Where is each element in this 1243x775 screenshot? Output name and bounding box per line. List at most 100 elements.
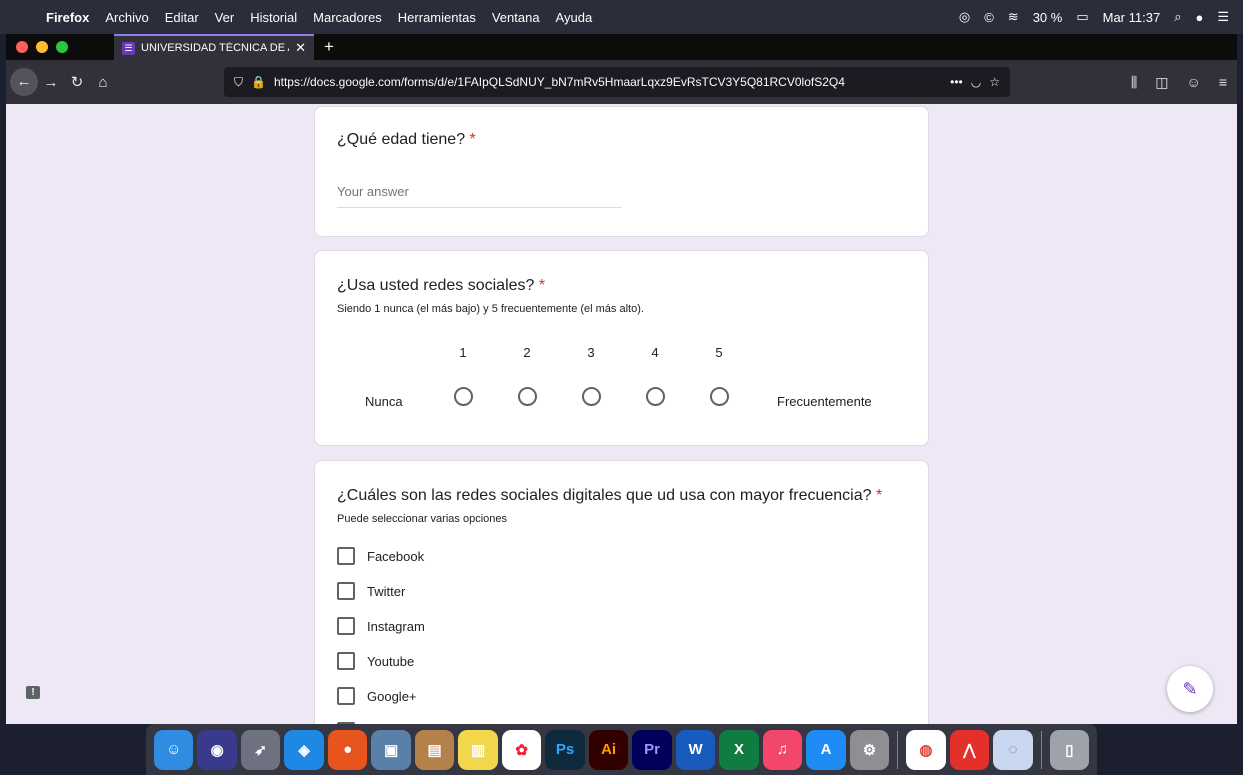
siri-dock-icon[interactable]: ◉: [197, 729, 237, 770]
wifi-icon[interactable]: ≋: [1008, 9, 1019, 25]
checkbox-option-googleplus[interactable]: Google+: [337, 687, 417, 705]
tracking-shield-icon[interactable]: ⛉: [234, 75, 243, 90]
contacts-icon[interactable]: ▤: [414, 729, 455, 770]
checkbox-option-instagram[interactable]: Instagram: [337, 617, 425, 635]
photos-icon[interactable]: ✿: [501, 729, 542, 770]
required-asterisk: *: [469, 131, 476, 148]
trash-icon[interactable]: ▯: [1049, 729, 1090, 770]
home-icon[interactable]: ⌂: [90, 74, 116, 91]
scale-number-4: 4: [651, 345, 659, 360]
scale-radio-4[interactable]: [646, 387, 665, 406]
required-asterisk: *: [875, 487, 883, 504]
new-tab-button[interactable]: +: [314, 37, 344, 57]
bookmark-star-icon[interactable]: ☆: [989, 75, 1000, 89]
clock[interactable]: Mar 11:37: [1103, 10, 1161, 25]
launchpad-icon[interactable]: ➶: [240, 729, 281, 770]
checkbox-option-twitter[interactable]: Twitter: [337, 582, 405, 600]
window-controls: [6, 41, 114, 53]
firefox-icon[interactable]: ●: [327, 729, 368, 770]
menu-bar-status: ◎ © ≋ 30 % ▭ Mar 11:37 ⌕ ● ☰: [959, 9, 1243, 25]
illustrator-icon[interactable]: Ai: [588, 729, 629, 770]
question-title: ¿Usa usted redes sociales? *: [337, 277, 546, 294]
menu-editar[interactable]: Editar: [157, 10, 207, 25]
report-feedback-icon[interactable]: !: [26, 686, 40, 699]
siri-icon[interactable]: ●: [1195, 10, 1203, 25]
battery-percent[interactable]: 30 %: [1033, 10, 1063, 25]
screen-mirror-icon[interactable]: ◎: [959, 9, 970, 25]
notes-icon[interactable]: ▥: [458, 729, 498, 770]
premiere-icon[interactable]: Pr: [632, 729, 672, 770]
checkbox[interactable]: [337, 582, 355, 600]
notification-center-icon[interactable]: ☰: [1217, 9, 1229, 25]
scale-number-3: 3: [587, 345, 595, 360]
downloads-folder-icon[interactable]: ◌: [993, 729, 1033, 770]
menu-archivo[interactable]: Archivo: [97, 10, 156, 25]
menu-herramientas[interactable]: Herramientas: [390, 10, 484, 25]
question-description: Siendo 1 nunca (el más bajo) y 5 frecuen…: [337, 303, 644, 315]
url-bar[interactable]: ⛉ 🔒 https://docs.google.com/forms/d/e/1F…: [224, 67, 1010, 97]
scale-max-label: Frecuentemente: [777, 394, 872, 409]
question-card-social-use: ¿Usa usted redes sociales? * Siendo 1 nu…: [314, 250, 929, 446]
minimize-window-icon[interactable]: [36, 41, 48, 53]
sidebar-icon[interactable]: ◫: [1155, 74, 1168, 91]
tab-bar: ☰ UNIVERSIDAD TÉCNICA DE AM ✕ +: [6, 34, 1237, 60]
pocket-icon[interactable]: ◡: [971, 75, 981, 89]
navigation-toolbar: ← → ↻ ⌂ ⛉ 🔒 https://docs.google.com/form…: [6, 60, 1237, 104]
edit-pencil-icon[interactable]: ✎: [1167, 666, 1213, 712]
google-forms-favicon-icon: ☰: [122, 41, 135, 55]
question-title: ¿Cuáles son las redes sociales digitales…: [337, 487, 883, 504]
zoom-window-icon[interactable]: [56, 41, 68, 53]
url-text[interactable]: https://docs.google.com/forms/d/e/1FAIpQ…: [274, 75, 942, 89]
library-icon[interactable]: ⫼: [1131, 74, 1137, 91]
option-label: Facebook: [367, 548, 425, 564]
word-icon[interactable]: W: [675, 729, 716, 770]
menu-firefox[interactable]: Firefox: [38, 10, 97, 25]
account-icon[interactable]: ☺: [1187, 74, 1201, 90]
page-actions-icon[interactable]: •••: [950, 75, 963, 89]
scale-radio-1[interactable]: [454, 387, 473, 406]
creative-cloud-icon[interactable]: ©: [984, 10, 994, 25]
battery-icon[interactable]: ▭: [1076, 9, 1088, 25]
age-answer-input[interactable]: Your answer: [337, 184, 622, 208]
photoshop-icon[interactable]: Ps: [545, 729, 585, 770]
option-label: Twitter: [367, 583, 406, 599]
firefox-window: ☰ UNIVERSIDAD TÉCNICA DE AM ✕ + ← → ↻ ⌂ …: [6, 34, 1237, 724]
question-card-age: ¿Qué edad tiene? * Your answer: [314, 106, 929, 237]
hamburger-menu-icon[interactable]: ≡: [1219, 74, 1227, 90]
checkbox[interactable]: [337, 617, 355, 635]
checkbox[interactable]: [337, 687, 355, 705]
checkbox[interactable]: [337, 547, 355, 565]
scale-radio-3[interactable]: [582, 387, 601, 406]
scale-radio-2[interactable]: [518, 387, 537, 406]
lock-icon[interactable]: 🔒: [251, 75, 266, 89]
safari-icon[interactable]: ◈: [284, 729, 324, 770]
back-icon[interactable]: ←: [10, 68, 38, 96]
menu-ver[interactable]: Ver: [207, 10, 243, 25]
close-window-icon[interactable]: [16, 41, 28, 53]
spotlight-search-icon[interactable]: ⌕: [1174, 9, 1181, 25]
menu-ventana[interactable]: Ventana: [484, 10, 548, 25]
menu-historial[interactable]: Historial: [242, 10, 305, 25]
checkbox[interactable]: [337, 652, 355, 670]
music-icon[interactable]: ♫: [762, 729, 803, 770]
chrome-icon[interactable]: ◍: [906, 729, 946, 770]
adobe-reader-icon[interactable]: ⋀: [949, 729, 990, 770]
reload-icon[interactable]: ↻: [64, 73, 90, 91]
checkbox-option-facebook[interactable]: Facebook: [337, 547, 424, 565]
system-preferences-icon[interactable]: ⚙: [849, 729, 890, 770]
checkbox-option-youtube[interactable]: Youtube: [337, 652, 414, 670]
app-store-icon[interactable]: A: [806, 729, 846, 770]
finder-icon[interactable]: ☺: [154, 729, 194, 770]
macos-dock: ☺ ◉ ➶ ◈ ● ▣ ▤ ▥ ✿ Ps Ai Pr W X ♫ A ⚙ ◍ ⋀…: [146, 724, 1097, 775]
forward-icon[interactable]: →: [38, 74, 64, 91]
menu-marcadores[interactable]: Marcadores: [305, 10, 390, 25]
preview-icon[interactable]: ▣: [371, 729, 411, 770]
scale-min-label: Nunca: [365, 394, 403, 409]
tab-close-icon[interactable]: ✕: [295, 40, 306, 56]
tab-google-form[interactable]: ☰ UNIVERSIDAD TÉCNICA DE AM ✕: [114, 34, 314, 60]
menu-ayuda[interactable]: Ayuda: [548, 10, 601, 25]
scale-radio-5[interactable]: [710, 387, 729, 406]
excel-icon[interactable]: X: [719, 729, 759, 770]
toolbar-right: ⫼ ◫ ☺ ≡: [1131, 60, 1227, 104]
question-card-social-networks: ¿Cuáles son las redes sociales digitales…: [314, 460, 929, 724]
